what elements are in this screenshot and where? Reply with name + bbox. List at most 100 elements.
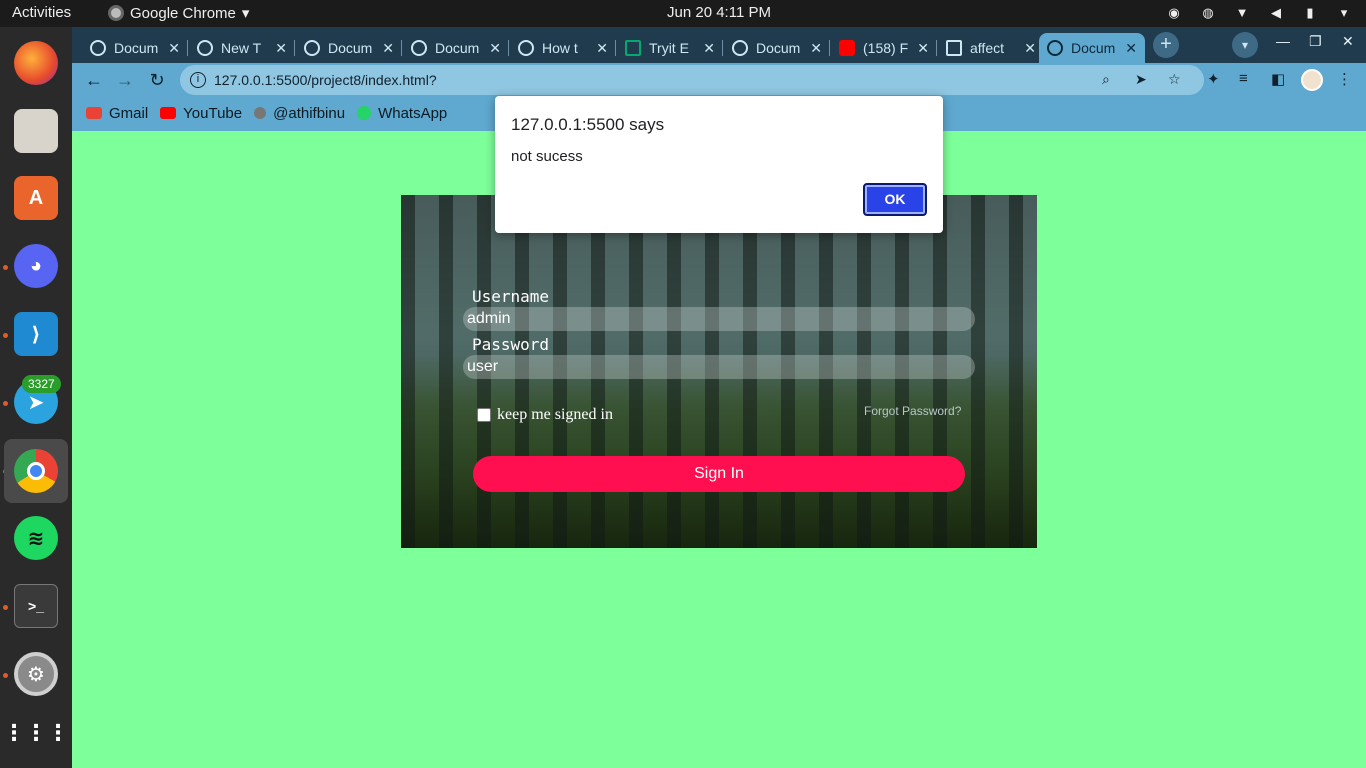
bookmark-star-icon[interactable]: ☆ — [1168, 71, 1181, 88]
dock-vscode[interactable]: ⟩ — [10, 308, 62, 360]
dock-settings[interactable]: ⚙ — [10, 648, 62, 700]
browser-toolbar: ← → ↻ i 127.0.0.1:5500/project8/index.ht… — [72, 63, 1366, 97]
dock-chrome[interactable] — [4, 439, 68, 503]
reload-icon[interactable]: ↻ — [145, 68, 169, 92]
clock[interactable]: Jun 20 4:11 PM — [667, 4, 771, 21]
tab[interactable]: Docum ✕ — [724, 33, 830, 63]
activities-button[interactable]: Activities — [12, 4, 71, 21]
discord-tray-icon[interactable]: ◍ — [1200, 5, 1216, 21]
chrome-icon — [197, 40, 213, 56]
username-label: Username — [472, 287, 550, 306]
volume-icon: ◀ — [1271, 5, 1281, 20]
chrome-icon — [14, 449, 58, 493]
app-menu[interactable]: Google Chrome ▾ — [108, 4, 249, 22]
forgot-password-link[interactable]: Forgot Password? — [864, 404, 961, 418]
tab-title: How t — [542, 40, 578, 56]
close-icon[interactable]: ✕ — [275, 40, 287, 57]
bookmark-label: YouTube — [183, 104, 243, 122]
zoom-icon[interactable]: ⌕ — [1102, 71, 1110, 88]
tab-search-button[interactable]: ▾ — [1232, 32, 1258, 58]
vscode-icon: ⟩ — [14, 312, 58, 356]
profile-avatar[interactable] — [1301, 69, 1323, 91]
close-icon[interactable]: ✕ — [917, 40, 929, 57]
dock: A ◕ ⟩ ➤ 3327 ≋ >_ ⚙ ⋮⋮⋮ — [0, 27, 72, 768]
close-icon[interactable]: ✕ — [810, 40, 822, 57]
globe-icon — [90, 40, 106, 56]
sign-in-button[interactable]: Sign In — [473, 456, 965, 492]
bookmark-athifbinu[interactable]: @athifbinu — [254, 105, 345, 122]
tab-title: New T — [221, 40, 262, 56]
tab[interactable]: Docum ✕ — [82, 33, 188, 63]
telegram-unread-badge: 3327 — [22, 375, 61, 393]
tab-title: Docum — [114, 40, 159, 56]
side-panel-icon[interactable]: ◧ — [1271, 70, 1285, 88]
dock-spotify[interactable]: ≋ — [10, 512, 62, 564]
password-input[interactable]: user — [463, 355, 975, 379]
bookmark-youtube[interactable]: YouTube — [160, 105, 242, 122]
running-indicator — [3, 333, 8, 338]
globe-icon — [304, 40, 320, 56]
tab-title: (158) F — [863, 40, 909, 56]
window-close-icon[interactable]: ✕ — [1342, 33, 1354, 50]
send-icon[interactable]: ➤ — [1135, 71, 1147, 88]
forward-arrow-icon[interactable]: → — [113, 68, 137, 92]
close-icon[interactable]: ✕ — [1125, 40, 1137, 57]
url-text[interactable]: 127.0.0.1:5500/project8/index.html? — [214, 72, 437, 88]
system-top-bar: Activities Google Chrome ▾ Jun 20 4:11 P… — [0, 0, 1366, 27]
tab[interactable]: How t ✕ — [510, 33, 616, 63]
running-indicator — [3, 673, 8, 678]
site-info-icon[interactable]: i — [190, 72, 206, 88]
dock-firefox[interactable] — [10, 37, 62, 89]
dock-software[interactable]: A — [10, 172, 62, 224]
tab[interactable]: New T ✕ — [189, 33, 295, 63]
software-center-icon: A — [14, 176, 58, 220]
tab-title: Docum — [435, 40, 480, 56]
bookmark-label: @athifbinu — [273, 104, 346, 122]
spotify-icon: ≋ — [14, 516, 58, 560]
system-tray[interactable]: ◉ ◍ ▼ ◀ ▮ ▾ — [1166, 5, 1352, 21]
bookmark-whatsapp[interactable]: WhatsApp — [357, 105, 447, 122]
remember-me[interactable]: keep me signed in — [477, 406, 613, 424]
dock-discord[interactable]: ◕ — [10, 240, 62, 292]
close-icon[interactable]: ✕ — [382, 40, 394, 57]
close-icon[interactable]: ✕ — [703, 40, 715, 57]
media-queue-icon[interactable]: ≡ — [1239, 70, 1248, 87]
username-input[interactable]: admin — [463, 307, 975, 331]
tab[interactable]: (158) F ✕ — [831, 33, 937, 63]
youtube-icon — [839, 40, 855, 56]
bookmark-label: WhatsApp — [378, 104, 448, 122]
wifi-icon: ▼ — [1235, 5, 1249, 20]
discord-icon: ◕ — [14, 244, 58, 288]
app-grid-icon: ⋮⋮⋮ — [3, 720, 69, 745]
running-indicator — [3, 265, 8, 270]
youtube-icon — [160, 107, 177, 119]
restore-icon[interactable]: ❐ — [1309, 33, 1322, 50]
new-tab-button[interactable]: + — [1153, 32, 1179, 58]
chevron-down-icon: ▾ — [241, 5, 250, 22]
battery-icon: ▮ — [1306, 5, 1314, 20]
back-arrow-icon[interactable]: ← — [82, 68, 106, 92]
address-bar[interactable]: i 127.0.0.1:5500/project8/index.html? ⌕ … — [180, 65, 1204, 95]
tab[interactable]: affect ✕ — [938, 33, 1044, 63]
alert-dialog: 127.0.0.1:5500 says not sucess OK — [495, 96, 943, 233]
tab[interactable]: Docum ✕ — [296, 33, 402, 63]
chrome-notification-icon[interactable]: ◉ — [1166, 5, 1182, 21]
close-icon[interactable]: ✕ — [1024, 40, 1036, 57]
close-icon[interactable]: ✕ — [489, 40, 501, 57]
ok-button[interactable]: OK — [863, 183, 927, 216]
minimize-icon[interactable]: — — [1276, 33, 1290, 49]
tab-active[interactable]: Docum ✕ — [1039, 33, 1145, 63]
dock-show-apps[interactable]: ⋮⋮⋮ — [3, 707, 69, 759]
dock-files[interactable] — [10, 105, 62, 157]
dock-terminal[interactable]: >_ — [10, 580, 62, 632]
tab[interactable]: Docum ✕ — [403, 33, 509, 63]
close-icon[interactable]: ✕ — [596, 40, 608, 57]
settings-gear-icon: ⚙ — [14, 652, 58, 696]
app-menu-label: Google Chrome — [130, 4, 236, 22]
bookmark-gmail[interactable]: Gmail — [86, 105, 148, 122]
extensions-puzzle-icon[interactable]: ✦ — [1207, 70, 1220, 88]
kebab-menu-icon[interactable]: ⋮ — [1337, 70, 1352, 88]
tab[interactable]: Tryit E ✕ — [617, 33, 723, 63]
close-icon[interactable]: ✕ — [168, 40, 180, 57]
remember-checkbox[interactable] — [477, 408, 491, 422]
